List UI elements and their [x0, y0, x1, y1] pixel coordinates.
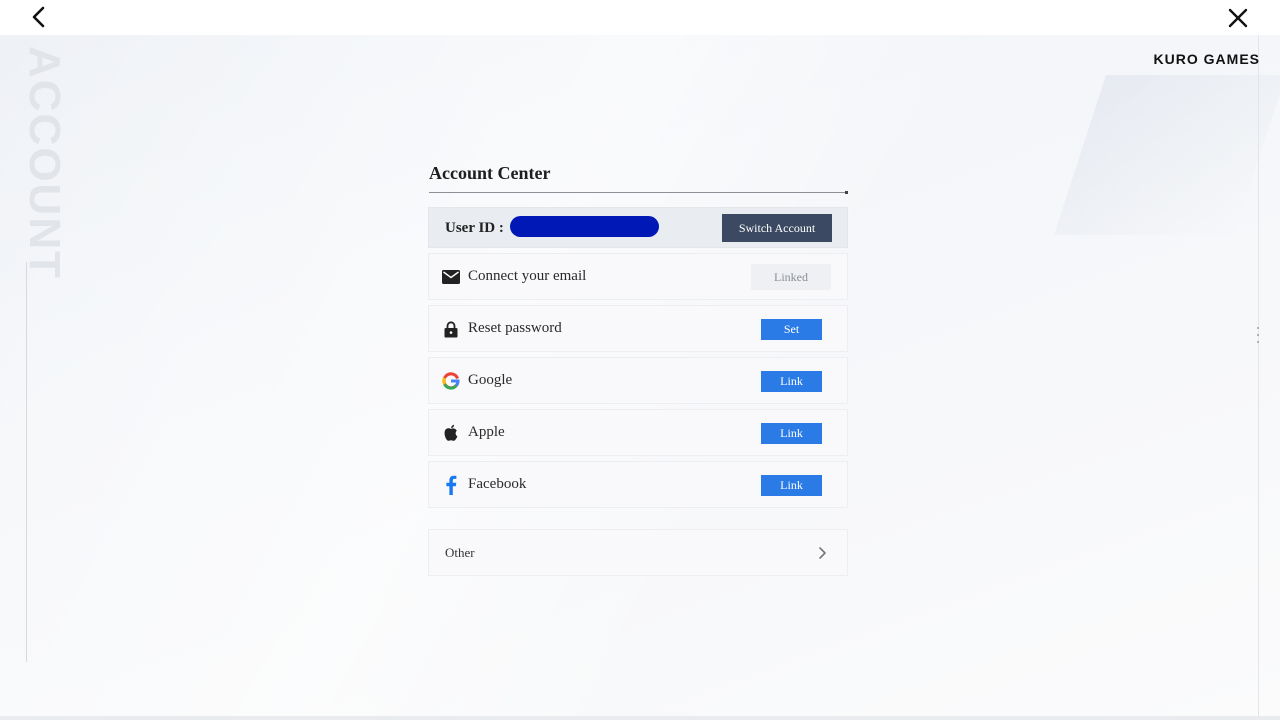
apple-row: Apple Link [428, 409, 848, 456]
google-icon [442, 372, 460, 390]
user-id-label: User ID : [445, 220, 504, 236]
apple-label: Apple [468, 424, 505, 440]
close-button[interactable] [1225, 5, 1251, 31]
bottom-strip [0, 716, 1280, 720]
email-label: Connect your email [468, 268, 587, 284]
other-row[interactable]: Other [428, 529, 848, 576]
google-row: Google Link [428, 357, 848, 404]
google-label: Google [468, 372, 513, 388]
user-id-redacted [510, 216, 659, 237]
link-facebook-button[interactable]: Link [761, 475, 822, 496]
set-password-button[interactable]: Set [761, 319, 822, 340]
email-linked-status: Linked [751, 264, 831, 290]
other-label: Other [445, 545, 475, 560]
close-icon [1228, 8, 1248, 28]
facebook-icon [442, 475, 460, 495]
apple-icon [442, 424, 460, 442]
facebook-label: Facebook [468, 476, 527, 492]
chevron-left-icon [32, 6, 45, 28]
page-title: Account Center [429, 163, 551, 183]
right-divider [1258, 35, 1259, 716]
user-id-row: User ID : Switch Account [428, 207, 848, 248]
top-bar [0, 0, 1280, 35]
reset-password-label: Reset password [468, 320, 562, 336]
chevron-right-icon [815, 545, 829, 561]
reset-password-row: Reset password Set [428, 305, 848, 352]
facebook-row: Facebook Link [428, 461, 848, 508]
switch-account-button[interactable]: Switch Account [722, 214, 832, 242]
link-google-button[interactable]: Link [761, 371, 822, 392]
side-divider [26, 262, 27, 662]
brand-logo: KURO GAMES [1153, 51, 1260, 67]
email-row: Connect your email Linked [428, 253, 848, 300]
link-apple-button[interactable]: Link [761, 423, 822, 444]
mail-icon [442, 268, 460, 286]
title-divider [429, 191, 848, 194]
lock-icon [442, 320, 460, 338]
back-button[interactable] [26, 4, 52, 30]
scroll-handle[interactable] [1256, 327, 1260, 343]
side-title: ACCOUNT [20, 46, 69, 280]
